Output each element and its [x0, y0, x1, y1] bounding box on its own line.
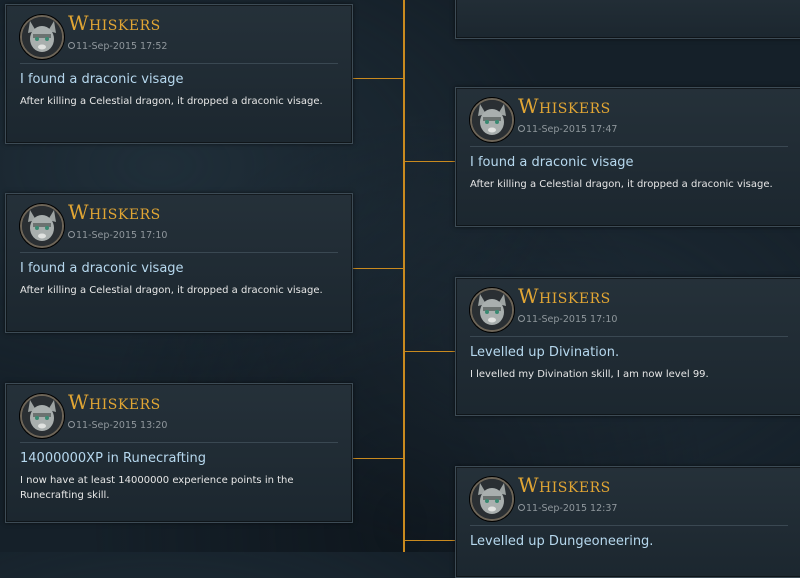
- timestamp: 11-Sep-2015 17:52: [76, 41, 168, 52]
- post-description: I now have at least 14000000 experience …: [20, 475, 294, 501]
- timeline-card[interactable]: Whiskers 11-Sep-2015 12:37 Levelled up D…: [455, 466, 800, 578]
- clock-icon: [68, 421, 75, 428]
- cat-avatar[interactable]: [470, 477, 514, 521]
- author-name[interactable]: Whiskers: [518, 473, 611, 497]
- card-header: Whiskers 11-Sep-2015 17:10: [470, 284, 788, 337]
- clock-icon: [68, 231, 75, 238]
- cat-avatar-icon: [472, 100, 512, 140]
- cat-avatar[interactable]: [20, 15, 64, 59]
- cat-avatar-icon: [472, 479, 512, 519]
- timeline-card[interactable]: Whiskers 11-Sep-2015 17:52 I found a dra…: [5, 4, 353, 144]
- author-name[interactable]: Whiskers: [68, 200, 161, 224]
- author-name[interactable]: Whiskers: [518, 94, 611, 118]
- timeline-card[interactable]: Whiskers 11-Sep-2015 13:20 14000000XP in…: [5, 383, 353, 523]
- post-title[interactable]: I found a draconic visage: [20, 261, 184, 276]
- card-header: Whiskers 11-Sep-2015 17:52: [20, 11, 338, 64]
- clock-icon: [518, 125, 525, 132]
- timestamp: 11-Sep-2015 17:10: [76, 230, 168, 241]
- timeline-connector: [353, 458, 403, 459]
- timeline-card-partial: [455, 0, 800, 39]
- cat-avatar-icon: [22, 396, 62, 436]
- timestamp: 11-Sep-2015 13:20: [76, 420, 168, 431]
- post-title[interactable]: Levelled up Dungeoneering.: [470, 534, 653, 549]
- timestamp: 11-Sep-2015 12:37: [526, 503, 618, 514]
- post-description: After killing a Celestial dragon, it dro…: [20, 96, 323, 107]
- post-title[interactable]: I found a draconic visage: [20, 72, 184, 87]
- post-title[interactable]: Levelled up Divination.: [470, 345, 619, 360]
- card-header: Whiskers 11-Sep-2015 17:47: [470, 94, 788, 147]
- timeline-card[interactable]: Whiskers 11-Sep-2015 17:10 I found a dra…: [5, 193, 353, 333]
- clock-icon: [518, 504, 525, 511]
- post-description: After killing a Celestial dragon, it dro…: [20, 285, 323, 296]
- cat-avatar-icon: [472, 290, 512, 330]
- timeline-card[interactable]: Whiskers 11-Sep-2015 17:47 I found a dra…: [455, 87, 800, 227]
- cat-avatar-icon: [22, 206, 62, 246]
- post-description: I levelled my Divination skill, I am now…: [470, 369, 709, 380]
- author-name[interactable]: Whiskers: [518, 284, 611, 308]
- card-header: Whiskers 11-Sep-2015 12:37: [470, 473, 788, 526]
- cat-avatar[interactable]: [20, 394, 64, 438]
- timeline-connector: [405, 161, 455, 162]
- post-title[interactable]: 14000000XP in Runecrafting: [20, 451, 206, 466]
- author-name[interactable]: Whiskers: [68, 11, 161, 35]
- card-header: Whiskers 11-Sep-2015 17:10: [20, 200, 338, 253]
- timeline-connector: [353, 268, 403, 269]
- cat-avatar[interactable]: [20, 204, 64, 248]
- cat-avatar-icon: [22, 17, 62, 57]
- post-title[interactable]: I found a draconic visage: [470, 155, 634, 170]
- timeline-card[interactable]: Whiskers 11-Sep-2015 17:10 Levelled up D…: [455, 277, 800, 416]
- author-name[interactable]: Whiskers: [68, 390, 161, 414]
- cat-avatar[interactable]: [470, 288, 514, 332]
- timestamp: 11-Sep-2015 17:10: [526, 314, 618, 325]
- post-description: After killing a Celestial dragon, it dro…: [470, 179, 773, 190]
- timeline-connector: [405, 540, 455, 541]
- timeline-connector: [405, 351, 455, 352]
- timeline-connector: [353, 78, 403, 79]
- clock-icon: [68, 42, 75, 49]
- timeline-spine: [403, 0, 405, 552]
- timestamp: 11-Sep-2015 17:47: [526, 124, 618, 135]
- clock-icon: [518, 315, 525, 322]
- card-header: Whiskers 11-Sep-2015 13:20: [20, 390, 338, 443]
- cat-avatar[interactable]: [470, 98, 514, 142]
